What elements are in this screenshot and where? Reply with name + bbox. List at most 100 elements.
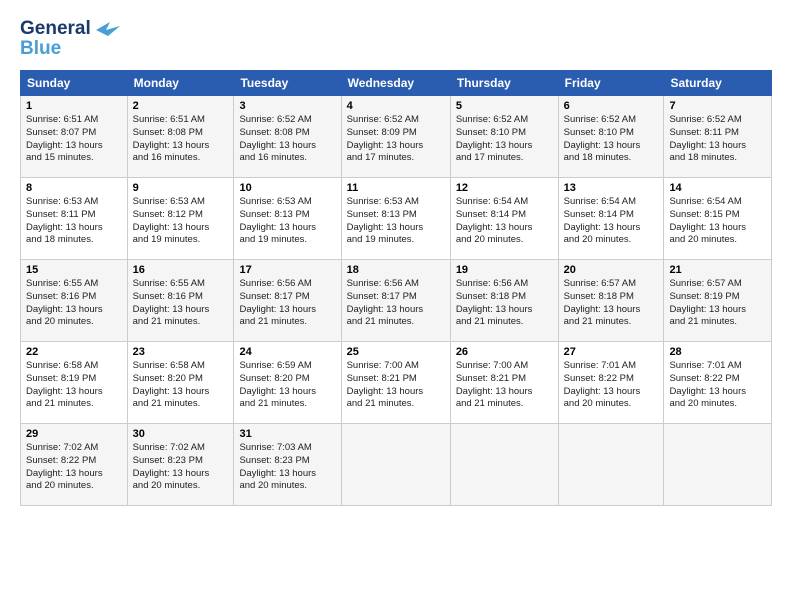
day-number: 9 xyxy=(133,182,229,194)
day-info: Sunrise: 6:51 AM Sunset: 8:08 PM Dayligh… xyxy=(133,114,229,165)
day-number: 1 xyxy=(26,100,122,112)
page: General Blue SundayMondayTuesdayWednesda… xyxy=(0,0,792,516)
calendar-cell: 20 Sunrise: 6:57 AM Sunset: 8:18 PM Dayli… xyxy=(558,260,664,342)
calendar-body: 1 Sunrise: 6:51 AM Sunset: 8:07 PM Daylig… xyxy=(21,96,772,506)
calendar-cell: 21 Sunrise: 6:57 AM Sunset: 8:19 PM Dayli… xyxy=(664,260,772,342)
calendar-cell: 15Sunrise: 6:55 AM Sunset: 8:16 PM Dayli… xyxy=(21,260,128,342)
day-info: Sunrise: 6:52 AM Sunset: 8:10 PM Dayligh… xyxy=(564,114,659,165)
calendar-cell: 3Sunrise: 6:52 AM Sunset: 8:08 PM Daylig… xyxy=(234,96,341,178)
calendar-cell: 24 Sunrise: 6:59 AM Sunset: 8:20 PM Dayli… xyxy=(234,342,341,424)
calendar-cell: 27 Sunrise: 7:01 AM Sunset: 8:22 PM Dayli… xyxy=(558,342,664,424)
day-number: 13 xyxy=(564,182,659,194)
calendar-cell: 23 Sunrise: 6:58 AM Sunset: 8:20 PM Dayli… xyxy=(127,342,234,424)
day-number: 21 xyxy=(669,264,766,276)
bird-icon xyxy=(96,22,120,38)
day-number: 18 xyxy=(347,264,445,276)
calendar-cell xyxy=(664,424,772,506)
calendar-cell: 6 Sunrise: 6:52 AM Sunset: 8:10 PM Daylig… xyxy=(558,96,664,178)
day-info: Sunrise: 6:56 AM Sunset: 8:17 PM Dayligh… xyxy=(239,278,335,329)
day-info: Sunrise: 6:51 AM Sunset: 8:07 PM Dayligh… xyxy=(26,114,122,165)
day-number: 5 xyxy=(456,100,553,112)
day-number: 24 xyxy=(239,346,335,358)
calendar-cell: 31 Sunrise: 7:03 AM Sunset: 8:23 PM Dayli… xyxy=(234,424,341,506)
day-number: 12 xyxy=(456,182,553,194)
calendar-cell xyxy=(558,424,664,506)
day-info: Sunrise: 6:56 AM Sunset: 8:18 PM Dayligh… xyxy=(456,278,553,329)
day-info: Sunrise: 7:00 AM Sunset: 8:21 PM Dayligh… xyxy=(456,360,553,411)
day-number: 16 xyxy=(133,264,229,276)
day-info: Sunrise: 7:01 AM Sunset: 8:22 PM Dayligh… xyxy=(669,360,766,411)
weekday-header-sunday: Sunday xyxy=(21,71,128,96)
calendar-cell: 16 Sunrise: 6:55 AM Sunset: 8:16 PM Dayli… xyxy=(127,260,234,342)
calendar-cell: 10 Sunrise: 6:53 AM Sunset: 8:13 PM Dayli… xyxy=(234,178,341,260)
day-number: 14 xyxy=(669,182,766,194)
week-row-4: 29Sunrise: 7:02 AM Sunset: 8:22 PM Dayli… xyxy=(21,424,772,506)
day-number: 2 xyxy=(133,100,229,112)
calendar-cell: 14 Sunrise: 6:54 AM Sunset: 8:15 PM Dayli… xyxy=(664,178,772,260)
calendar-cell: 17 Sunrise: 6:56 AM Sunset: 8:17 PM Dayli… xyxy=(234,260,341,342)
day-info: Sunrise: 6:57 AM Sunset: 8:18 PM Dayligh… xyxy=(564,278,659,329)
calendar-cell: 11 Sunrise: 6:53 AM Sunset: 8:13 PM Dayli… xyxy=(341,178,450,260)
day-info: Sunrise: 6:54 AM Sunset: 8:15 PM Dayligh… xyxy=(669,196,766,247)
week-row-2: 15 Sunrise: 6:55 AM Sunset: 8:16 PM Dayli… xyxy=(21,260,772,342)
day-number: 25 xyxy=(347,346,445,358)
weekday-header-wednesday: Wednesday xyxy=(341,71,450,96)
weekday-header-saturday: Saturday xyxy=(664,71,772,96)
day-number: 8 xyxy=(26,182,122,194)
week-row-3: 22 Sunrise: 6:58 AM Sunset: 8:19 PM Dayli… xyxy=(21,342,772,424)
calendar-cell: 8 Sunrise: 6:53 AM Sunset: 8:11 PM Daylig… xyxy=(21,178,128,260)
day-number: 31 xyxy=(239,428,335,440)
day-number: 27 xyxy=(564,346,659,358)
day-info: Sunrise: 6:53 AM Sunset: 8:13 PM Dayligh… xyxy=(239,196,335,247)
day-info: Sunrise: 6:52 AM Sunset: 8:10 PM Dayligh… xyxy=(456,114,553,165)
day-info: Sunrise: 6:59 AM Sunset: 8:20 PM Dayligh… xyxy=(239,360,335,411)
calendar-cell: 4 Sunrise: 6:52 AM Sunset: 8:09 PM Daylig… xyxy=(341,96,450,178)
day-info: Sunrise: 7:01 AM Sunset: 8:22 PM Dayligh… xyxy=(564,360,659,411)
day-info: Sunrise: 7:02 AM Sunset: 8:23 PM Dayligh… xyxy=(133,442,229,493)
calendar-cell xyxy=(450,424,558,506)
day-info: Sunrise: 7:03 AM Sunset: 8:23 PM Dayligh… xyxy=(239,442,335,493)
calendar-table: SundayMondayTuesdayWednesdayThursdayFrid… xyxy=(20,70,772,506)
day-number: 20 xyxy=(564,264,659,276)
day-number: 19 xyxy=(456,264,553,276)
day-info: Sunrise: 6:54 AM Sunset: 8:14 PM Dayligh… xyxy=(564,196,659,247)
day-info: Sunrise: 6:58 AM Sunset: 8:20 PM Dayligh… xyxy=(133,360,229,411)
day-info: Sunrise: 6:53 AM Sunset: 8:11 PM Dayligh… xyxy=(26,196,122,247)
calendar-cell: 28Sunrise: 7:01 AM Sunset: 8:22 PM Dayli… xyxy=(664,342,772,424)
calendar-cell: 12Sunrise: 6:54 AM Sunset: 8:14 PM Dayli… xyxy=(450,178,558,260)
day-info: Sunrise: 6:52 AM Sunset: 8:08 PM Dayligh… xyxy=(239,114,335,165)
weekday-header-tuesday: Tuesday xyxy=(234,71,341,96)
day-info: Sunrise: 6:53 AM Sunset: 8:12 PM Dayligh… xyxy=(133,196,229,247)
calendar-cell: 29Sunrise: 7:02 AM Sunset: 8:22 PM Dayli… xyxy=(21,424,128,506)
day-info: Sunrise: 6:52 AM Sunset: 8:11 PM Dayligh… xyxy=(669,114,766,165)
day-info: Sunrise: 7:02 AM Sunset: 8:22 PM Dayligh… xyxy=(26,442,122,493)
weekday-header-row: SundayMondayTuesdayWednesdayThursdayFrid… xyxy=(21,71,772,96)
calendar-cell: 18 Sunrise: 6:56 AM Sunset: 8:17 PM Dayli… xyxy=(341,260,450,342)
calendar-cell: 30Sunrise: 7:02 AM Sunset: 8:23 PM Dayli… xyxy=(127,424,234,506)
day-number: 23 xyxy=(133,346,229,358)
day-info: Sunrise: 6:53 AM Sunset: 8:13 PM Dayligh… xyxy=(347,196,445,247)
calendar-cell: 2 Sunrise: 6:51 AM Sunset: 8:08 PM Daylig… xyxy=(127,96,234,178)
day-info: Sunrise: 6:57 AM Sunset: 8:19 PM Dayligh… xyxy=(669,278,766,329)
weekday-header-friday: Friday xyxy=(558,71,664,96)
day-number: 17 xyxy=(239,264,335,276)
day-info: Sunrise: 6:58 AM Sunset: 8:19 PM Dayligh… xyxy=(26,360,122,411)
week-row-0: 1 Sunrise: 6:51 AM Sunset: 8:07 PM Daylig… xyxy=(21,96,772,178)
day-info: Sunrise: 6:56 AM Sunset: 8:17 PM Dayligh… xyxy=(347,278,445,329)
calendar-cell: 13 Sunrise: 6:54 AM Sunset: 8:14 PM Dayli… xyxy=(558,178,664,260)
day-number: 4 xyxy=(347,100,445,112)
day-number: 10 xyxy=(239,182,335,194)
header-row: General Blue xyxy=(20,18,772,60)
day-number: 15 xyxy=(26,264,122,276)
day-number: 22 xyxy=(26,346,122,358)
calendar-cell: 25Sunrise: 7:00 AM Sunset: 8:21 PM Dayli… xyxy=(341,342,450,424)
week-row-1: 8 Sunrise: 6:53 AM Sunset: 8:11 PM Daylig… xyxy=(21,178,772,260)
day-info: Sunrise: 6:52 AM Sunset: 8:09 PM Dayligh… xyxy=(347,114,445,165)
day-info: Sunrise: 6:55 AM Sunset: 8:16 PM Dayligh… xyxy=(133,278,229,329)
day-number: 11 xyxy=(347,182,445,194)
calendar-cell: 22 Sunrise: 6:58 AM Sunset: 8:19 PM Dayli… xyxy=(21,342,128,424)
day-number: 6 xyxy=(564,100,659,112)
logo: General Blue xyxy=(20,18,120,60)
calendar-cell: 19 Sunrise: 6:56 AM Sunset: 8:18 PM Dayli… xyxy=(450,260,558,342)
day-number: 26 xyxy=(456,346,553,358)
